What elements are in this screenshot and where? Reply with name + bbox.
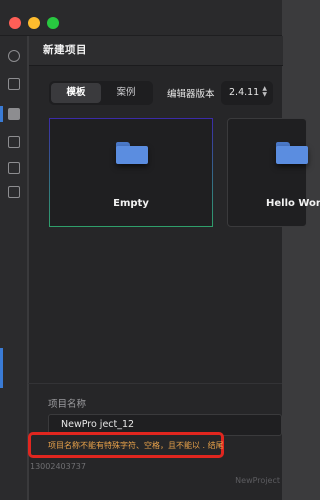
template-card-label: Hello World: [266, 198, 320, 209]
minimize-window-button[interactable]: [28, 17, 40, 29]
background-accent: [0, 348, 3, 388]
editor-version-select[interactable]: 2.4.11 ▲ ▼: [221, 81, 273, 105]
folder-icon: [276, 142, 308, 164]
error-message: 项目名称不能有特殊字符、空格，且不能以 . 结尾: [48, 441, 224, 450]
tab-examples[interactable]: 案例: [101, 83, 151, 103]
chat-icon[interactable]: [8, 162, 20, 174]
template-card-hello-world[interactable]: Hello World: [227, 118, 320, 227]
background-text: 13002403737: [30, 462, 86, 471]
window-titlebar: [0, 0, 282, 36]
section-divider: [28, 383, 282, 384]
template-card-label: Empty: [113, 198, 149, 209]
maximize-window-button[interactable]: [47, 17, 59, 29]
template-card-empty[interactable]: Empty: [49, 118, 213, 227]
template-tabs: 模板 案例: [49, 81, 153, 105]
close-window-button[interactable]: [9, 17, 21, 29]
avatar-icon[interactable]: [8, 50, 20, 62]
project-name-label: 项目名称: [48, 399, 87, 410]
editor-version-value: 2.4.11: [229, 87, 260, 98]
folder-icon: [116, 142, 148, 164]
background-project-label: NewProject: [235, 476, 280, 485]
tab-templates[interactable]: 模板: [51, 83, 101, 103]
background-sidebar: [0, 36, 28, 500]
document-icon[interactable]: [8, 136, 20, 148]
dialog-titlebar: 新建项目: [29, 36, 283, 66]
chevron-updown-icon: ▲ ▼: [262, 85, 267, 98]
editor-version-label: 编辑器版本: [167, 89, 215, 100]
home-icon[interactable]: [8, 78, 20, 90]
list-icon[interactable]: [8, 186, 20, 198]
active-indicator: [0, 106, 3, 122]
folder-icon[interactable]: [8, 108, 20, 120]
dialog-title: 新建项目: [43, 44, 87, 56]
